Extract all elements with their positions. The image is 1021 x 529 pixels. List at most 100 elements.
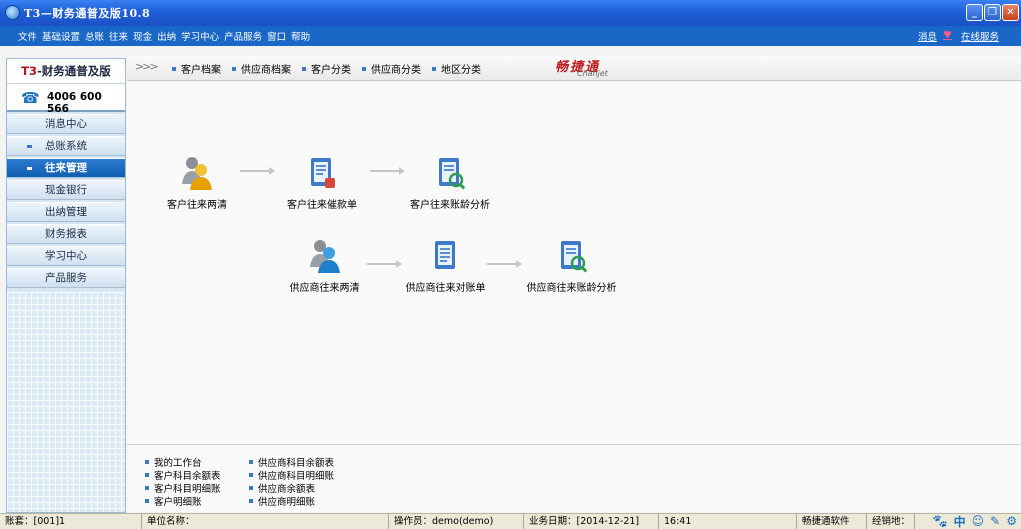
nav-transactions-management[interactable]: 往来管理 — [7, 158, 125, 178]
link-supplier-subject-detail[interactable]: 供应商科目明细账 — [249, 468, 335, 482]
chinese-input-icon[interactable]: 中 — [954, 513, 966, 529]
tray-icons: 🐾 中 ☺ ✎ ⚙ — [933, 513, 1017, 529]
menu-general-ledger[interactable]: 总账 — [85, 29, 104, 43]
status-time: 16:41 — [659, 514, 797, 529]
heart-icon: ♥ — [942, 30, 952, 41]
menu-transactions[interactable]: 往来 — [109, 29, 128, 43]
node-label: 客户往来两清 — [167, 200, 227, 211]
link-supplier-detail[interactable]: 供应商明细账 — [249, 494, 334, 508]
decorative-grid — [7, 292, 125, 512]
app-icon — [5, 5, 20, 20]
node-customer-dunning[interactable]: 客户往来催款单 — [282, 154, 362, 211]
link-label: 供应商科目明细账 — [258, 470, 335, 482]
status-operator: 操作员：demo(demo) — [389, 514, 524, 529]
document-icon — [427, 237, 465, 275]
link-label: 客户明细账 — [154, 496, 202, 508]
tab-label: 客户分类 — [311, 65, 351, 76]
menu-cash[interactable]: 现金 — [133, 29, 152, 43]
status-business-date: 业务日期：[2014-12-21] — [524, 514, 659, 529]
left-nav-panel: T3-财务通普及版 ☎ 4006 600 566 消息中心 总账系统 往来管理 … — [6, 58, 126, 513]
link-customer-subject-detail[interactable]: 客户科目明细账 — [145, 481, 221, 495]
nav-label: 消息中心 — [45, 118, 87, 130]
quick-links-panel: 我的工作台 客户科目余额表 客户科目明细账 客户明细账 供应商科目余额表 供应商… — [127, 444, 1021, 512]
smiley-icon[interactable]: ☺ — [972, 514, 985, 528]
node-supplier-statement[interactable]: 供应商往来对账单 — [403, 237, 488, 294]
menu-product-service[interactable]: 产品服务 — [224, 29, 262, 43]
bullet-icon — [145, 485, 149, 490]
nav-learning-center[interactable]: 学习中心 — [7, 246, 125, 266]
expand-chevron-icon[interactable]: >>> — [135, 60, 159, 73]
link-supplier-subject-balance[interactable]: 供应商科目余额表 — [249, 455, 334, 469]
bullet-icon — [302, 66, 306, 71]
quick-links-col-1: 我的工作台 客户科目余额表 客户科目明细账 客户明细账 — [145, 455, 221, 508]
nav-label: 出纳管理 — [45, 206, 87, 218]
title-bar: T3—财务通普及版10.8 _ ❐ ✕ — [0, 0, 1021, 26]
menu-file[interactable]: 文件 — [18, 29, 37, 43]
nav-list: 消息中心 总账系统 往来管理 现金银行 出纳管理 财务报表 学习中心 产品服务 — [7, 112, 125, 292]
nav-label: 产品服务 — [45, 272, 87, 284]
nav-financial-reports[interactable]: 财务报表 — [7, 224, 125, 244]
main-workflow-area: 客户往来两清 客户往来催款单 客户往来账龄分析 供应商往来两清 供应商往来对账单… — [127, 82, 1021, 444]
link-my-workbench[interactable]: 我的工作台 — [145, 455, 221, 469]
node-label: 客户往来催款单 — [287, 200, 357, 211]
link-customer-detail[interactable]: 客户明细账 — [145, 494, 221, 508]
tab-customer-category[interactable]: 客户分类 — [302, 61, 351, 76]
status-bar: 账套：[001]1 单位名称： 操作员：demo(demo) 业务日期：[201… — [0, 513, 1021, 529]
online-service-link[interactable]: 在线服务 — [961, 29, 999, 43]
phone-icon: ☎ — [21, 89, 40, 107]
tab-supplier-category[interactable]: 供应商分类 — [362, 61, 421, 76]
menu-learning-center[interactable]: 学习中心 — [181, 29, 219, 43]
menu-window[interactable]: 窗口 — [267, 29, 286, 43]
flow-arrow — [370, 167, 405, 175]
shortcut-tab-strip: >>> 客户档案 供应商档案 客户分类 供应商分类 地区分类 畅捷通 Chanj… — [127, 56, 1021, 81]
pen-icon[interactable]: ✎ — [990, 514, 1000, 528]
people-icon — [306, 237, 344, 275]
bullet-icon — [249, 498, 253, 503]
close-button[interactable]: ✕ — [1002, 4, 1019, 21]
menu-help[interactable]: 帮助 — [291, 29, 310, 43]
node-label: 供应商往来账龄分析 — [526, 283, 617, 294]
node-customer-aging[interactable]: 客户往来账龄分析 — [405, 154, 495, 211]
tab-supplier-archive[interactable]: 供应商档案 — [232, 61, 291, 76]
node-supplier-aging[interactable]: 供应商往来账龄分析 — [524, 237, 619, 294]
nav-general-ledger[interactable]: 总账系统 — [7, 136, 125, 156]
tab-customer-archive[interactable]: 客户档案 — [172, 61, 221, 76]
window-title: T3—财务通普及版10.8 — [24, 7, 151, 20]
settings-icon[interactable]: ⚙ — [1006, 514, 1017, 528]
analysis-icon — [431, 154, 469, 192]
restore-button[interactable]: ❐ — [984, 4, 1001, 21]
analysis-icon — [553, 237, 591, 275]
logo-en: Chanjet — [577, 69, 608, 78]
bullet-icon — [362, 66, 366, 71]
nav-message-center[interactable]: 消息中心 — [7, 114, 125, 134]
bullet-icon — [432, 66, 436, 71]
nav-product-service[interactable]: 产品服务 — [7, 268, 125, 288]
link-supplier-balance[interactable]: 供应商余额表 — [249, 481, 334, 495]
node-supplier-settle[interactable]: 供应商往来两清 — [287, 237, 362, 294]
message-link[interactable]: 消息 — [918, 29, 937, 43]
link-label: 供应商明细账 — [258, 496, 316, 508]
bullet-icon — [232, 66, 236, 71]
brand-name: -财务通普及版 — [37, 64, 111, 78]
node-label: 客户往来账龄分析 — [410, 200, 490, 211]
nav-cashier[interactable]: 出纳管理 — [7, 202, 125, 222]
menu-cashier[interactable]: 出纳 — [157, 29, 176, 43]
tab-label: 供应商分类 — [371, 65, 421, 76]
bullet-icon — [27, 145, 32, 148]
menu-basic-settings[interactable]: 基础设置 — [42, 29, 80, 43]
node-customer-settle[interactable]: 客户往来两清 — [162, 154, 232, 211]
tab-label: 地区分类 — [441, 65, 481, 76]
paw-icon[interactable]: 🐾 — [933, 514, 948, 528]
bullet-icon — [249, 459, 253, 464]
status-account: 账套：[001]1 — [0, 514, 142, 529]
link-label: 我的工作台 — [154, 457, 202, 469]
document-icon — [303, 154, 341, 192]
nav-label: 总账系统 — [45, 140, 87, 152]
link-customer-subject-balance[interactable]: 客户科目余额表 — [145, 468, 221, 482]
nav-label: 财务报表 — [45, 228, 87, 240]
tab-region-category[interactable]: 地区分类 — [432, 61, 481, 76]
minimize-button[interactable]: _ — [966, 4, 983, 21]
nav-label: 学习中心 — [45, 250, 87, 262]
status-company: 单位名称： — [142, 514, 389, 529]
nav-cash-bank[interactable]: 现金银行 — [7, 180, 125, 200]
